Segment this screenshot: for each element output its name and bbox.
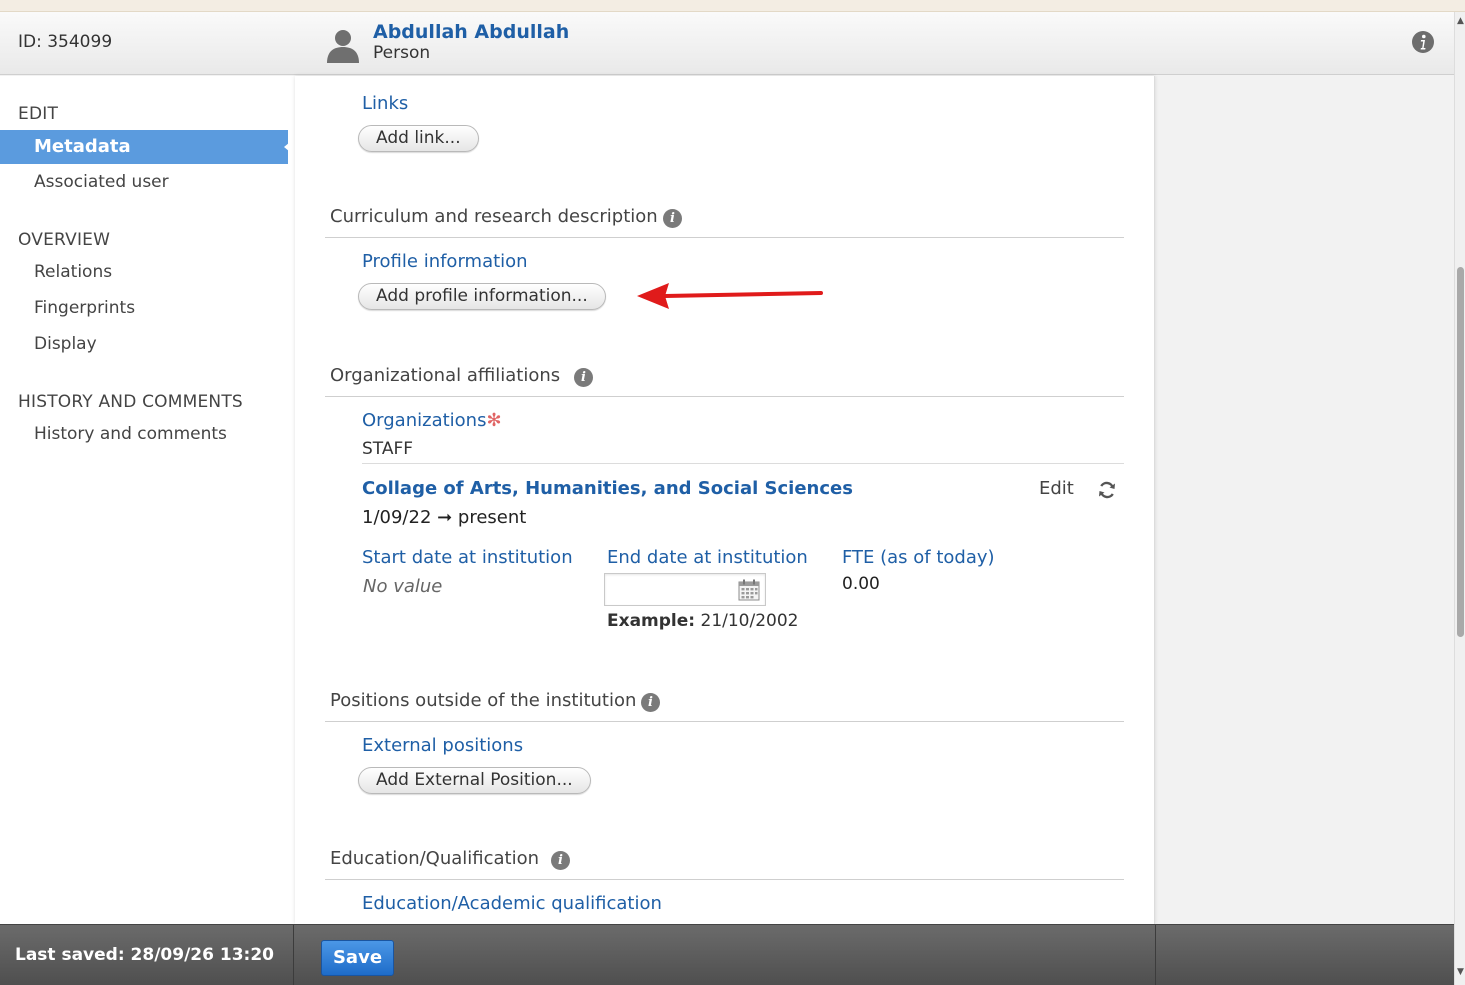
red-arrow-annotation: [637, 283, 823, 309]
links-label: Links: [362, 93, 409, 114]
fte-value: 0.00: [842, 574, 880, 594]
example-value: 21/10/2002: [700, 611, 799, 631]
info-icon[interactable]: [1411, 30, 1435, 54]
sidebar-item-history-and-comments[interactable]: History and comments: [34, 424, 227, 444]
info-icon[interactable]: i: [641, 693, 660, 712]
required-asterisk: ✻: [486, 410, 502, 431]
save-button[interactable]: Save: [321, 940, 394, 976]
section-title-positions-outside: Positions outside of the institution: [330, 690, 637, 711]
example-label: Example:: [607, 611, 696, 631]
sidebar-heading-edit: EDIT: [18, 104, 59, 124]
sidebar-heading-overview: OVERVIEW: [18, 230, 111, 250]
organizations-label-text: Organizations: [362, 410, 487, 431]
person-silhouette-icon: [327, 30, 359, 63]
add-external-position-button[interactable]: Add External Position...: [358, 767, 591, 794]
date-example: Example: 21/10/2002: [607, 611, 798, 631]
organization-period: 1/09/22 ➞ present: [362, 507, 527, 528]
active-indicator-notch: [284, 138, 295, 156]
scroll-down-icon[interactable]: ▼: [1457, 967, 1464, 977]
section-title-organizational-affiliations: Organizational affiliations: [330, 365, 561, 386]
last-saved-text: Last saved: 28/09/26 13:20: [15, 945, 274, 965]
footer-divider: [293, 925, 294, 985]
metadata-form: Links Add link... Curriculum and researc…: [295, 76, 1155, 924]
fte-label: FTE (as of today): [842, 547, 995, 568]
scrollbar-thumb[interactable]: [1457, 267, 1464, 637]
record-header: ID: 354099 Abdullah Abdullah Person: [0, 12, 1454, 75]
sidebar-item-associated-user[interactable]: Associated user: [34, 172, 169, 192]
section-title-education: Education/Qualification: [330, 848, 540, 869]
section-title-curriculum: Curriculum and research description: [330, 206, 658, 227]
end-date-input[interactable]: [604, 573, 766, 606]
page-scrollbar[interactable]: ▲ ▼: [1454, 12, 1465, 985]
footer-bar: Last saved: 28/09/26 13:20 Save: [0, 924, 1454, 985]
person-type: Person: [373, 43, 431, 63]
external-positions-label: External positions: [362, 735, 524, 756]
add-profile-information-button[interactable]: Add profile information...: [358, 283, 606, 310]
record-id: ID: 354099: [18, 32, 113, 52]
info-icon[interactable]: i: [574, 368, 593, 387]
scroll-up-icon[interactable]: ▲: [1457, 16, 1464, 26]
footer-divider: [1155, 925, 1156, 985]
sidebar-nav: EDIT Metadata Associated user OVERVIEW R…: [0, 76, 295, 924]
org-divider: [362, 463, 1124, 464]
sidebar-heading-history: HISTORY AND COMMENTS: [18, 392, 243, 412]
staff-label: STAFF: [362, 439, 414, 459]
section-divider: [325, 721, 1124, 722]
browser-top-strip: [0, 0, 1465, 12]
sidebar-item-fingerprints[interactable]: Fingerprints: [34, 298, 135, 318]
organizations-label: Organizations✻: [362, 410, 502, 431]
education-label: Education/Academic qualification: [362, 893, 662, 914]
edit-organization-link[interactable]: Edit: [1039, 478, 1074, 499]
start-date-label: Start date at institution: [362, 547, 573, 568]
right-gutter: [1156, 76, 1454, 924]
section-divider: [325, 237, 1124, 238]
organization-name-link[interactable]: Collage of Arts, Humanities, and Social …: [362, 478, 853, 499]
info-icon[interactable]: i: [551, 851, 570, 870]
calendar-icon[interactable]: [738, 579, 760, 601]
section-divider: [325, 879, 1124, 880]
sidebar-item-metadata[interactable]: Metadata: [0, 130, 288, 164]
end-date-label: End date at institution: [607, 547, 808, 568]
start-date-value: No value: [363, 576, 443, 597]
sidebar-item-relations[interactable]: Relations: [34, 262, 112, 282]
profile-information-label: Profile information: [362, 251, 528, 272]
sidebar-item-display[interactable]: Display: [34, 334, 97, 354]
info-icon[interactable]: i: [663, 209, 682, 228]
add-link-button[interactable]: Add link...: [358, 125, 479, 152]
refresh-icon[interactable]: [1097, 480, 1117, 500]
person-name-link[interactable]: Abdullah Abdullah: [373, 21, 569, 43]
section-divider: [325, 396, 1124, 397]
